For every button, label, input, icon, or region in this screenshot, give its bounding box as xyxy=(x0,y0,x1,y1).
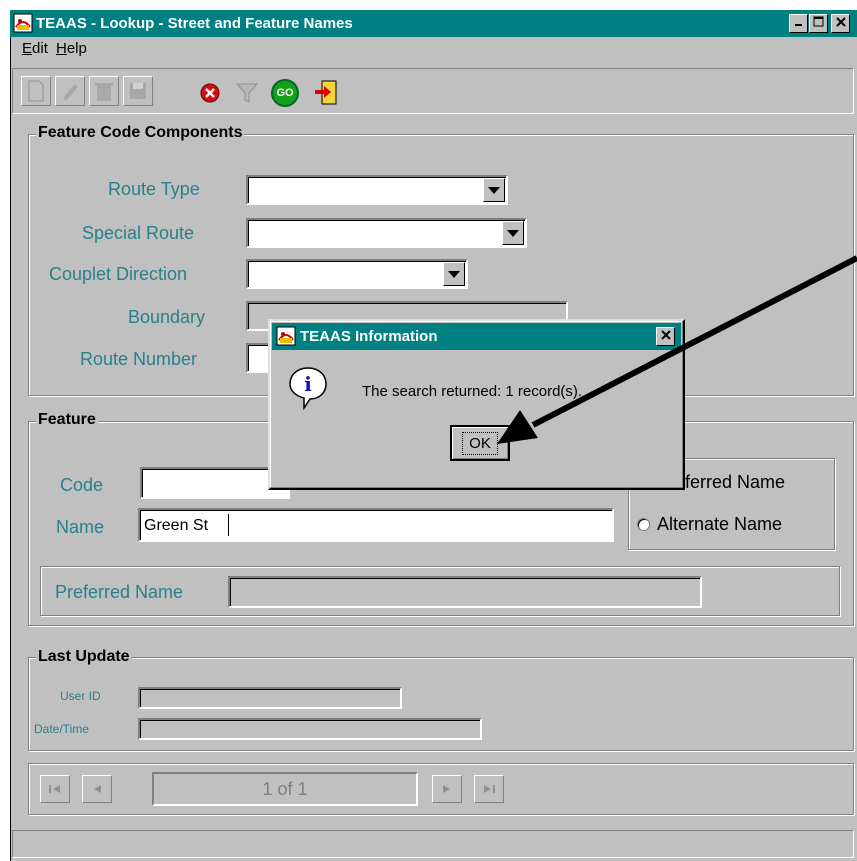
annotation-arrow xyxy=(497,255,857,444)
